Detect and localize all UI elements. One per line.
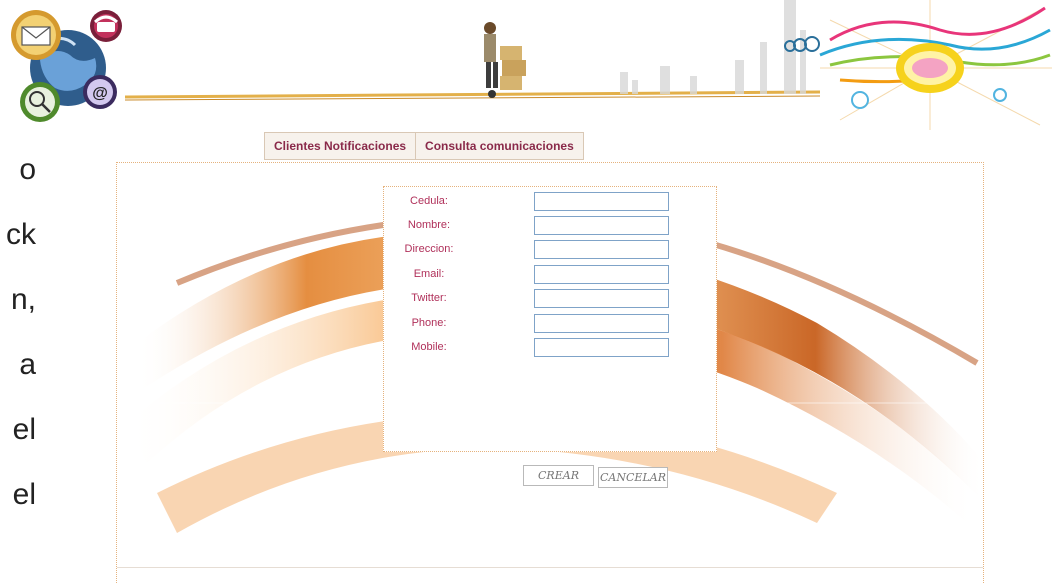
side-text-line: ck bbox=[6, 218, 36, 251]
divider bbox=[117, 567, 983, 568]
phone-input[interactable] bbox=[534, 314, 669, 333]
email-label: Email: bbox=[413, 268, 445, 280]
svg-text:@: @ bbox=[92, 85, 108, 102]
side-text-column: o ck n, a el el bbox=[0, 150, 36, 530]
cedula-input[interactable] bbox=[534, 192, 669, 211]
form-row-mobile: Mobile: bbox=[384, 338, 718, 358]
form-row-twitter: Twitter: bbox=[384, 289, 718, 309]
nav-tabs: Clientes Notificaciones Consulta comunic… bbox=[264, 132, 584, 160]
banner-graphic: @ bbox=[11, 0, 1052, 130]
form-row-email: Email: bbox=[384, 265, 718, 285]
tab-clientes-notificaciones[interactable]: Clientes Notificaciones bbox=[265, 133, 415, 159]
envelope-icon bbox=[11, 10, 61, 60]
nombre-input[interactable] bbox=[534, 216, 669, 235]
telephone-icon bbox=[90, 10, 122, 42]
tab-consulta-comunicaciones[interactable]: Consulta comunicaciones bbox=[415, 133, 583, 159]
mobile-label: Mobile: bbox=[411, 341, 447, 353]
side-text-line: el bbox=[12, 413, 36, 446]
client-form: Cedula: Nombre: Direccion: Email: Twitte… bbox=[383, 186, 717, 452]
twitter-label: Twitter: bbox=[411, 292, 447, 304]
form-row-direccion: Direccion: bbox=[384, 240, 718, 260]
form-row-cedula: Cedula: bbox=[384, 192, 718, 212]
side-text-line: o bbox=[19, 153, 36, 186]
at-sign-icon: @ bbox=[83, 75, 117, 109]
side-text-line: n, bbox=[10, 283, 36, 316]
direccion-label: Direccion: bbox=[404, 243, 454, 255]
crear-button[interactable]: CREAR bbox=[523, 465, 594, 486]
form-row-nombre: Nombre: bbox=[384, 216, 718, 236]
header-banner: @ bbox=[0, 0, 1052, 130]
side-text-line: el bbox=[12, 478, 36, 511]
side-text-line: a bbox=[19, 348, 36, 381]
phone-label: Phone: bbox=[411, 317, 447, 329]
delivery-man-icon bbox=[484, 22, 526, 98]
direccion-input[interactable] bbox=[534, 240, 669, 259]
nombre-label: Nombre: bbox=[407, 219, 451, 231]
cancelar-button[interactable]: CANCELAR bbox=[598, 467, 668, 488]
sunburst-graphic-icon bbox=[784, 0, 1052, 130]
form-row-phone: Phone: bbox=[384, 314, 718, 334]
mobile-input[interactable] bbox=[534, 338, 669, 357]
magnifier-globe-icon bbox=[20, 82, 60, 122]
twitter-input[interactable] bbox=[534, 289, 669, 308]
skyline-icon bbox=[620, 0, 806, 94]
cedula-label: Cedula: bbox=[410, 195, 448, 207]
email-input[interactable] bbox=[534, 265, 669, 284]
